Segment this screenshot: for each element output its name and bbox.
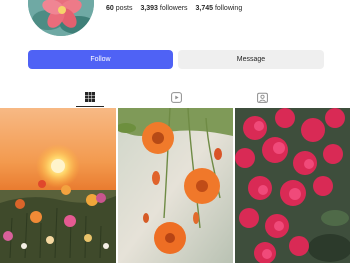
- post-thumbnail-1[interactable]: [0, 108, 116, 263]
- pink-bougainvillea-photo: [235, 108, 350, 263]
- profile-tabs: [0, 87, 350, 107]
- post-thumbnail-3[interactable]: [235, 108, 350, 263]
- grid-icon: [85, 92, 95, 102]
- following-count[interactable]: 3,745 following: [196, 5, 243, 12]
- orange-flowers-photo: [118, 108, 233, 263]
- tab-reels[interactable]: [156, 87, 196, 107]
- tab-tagged[interactable]: [242, 87, 282, 107]
- avatar[interactable]: [28, 0, 94, 36]
- posts-count[interactable]: 60 posts: [106, 5, 132, 12]
- tagged-icon: [256, 92, 268, 103]
- message-button[interactable]: Message: [178, 50, 324, 69]
- post-thumbnail-2[interactable]: [118, 108, 233, 263]
- followers-count[interactable]: 3,393 followers: [140, 5, 187, 12]
- follow-button[interactable]: Follow: [28, 50, 173, 69]
- profile-stats: 60 posts 3,393 followers 3,745 following: [106, 5, 248, 12]
- reels-icon: [170, 91, 182, 103]
- tab-posts[interactable]: [70, 87, 110, 107]
- flower-avatar-icon: [28, 0, 94, 36]
- active-tab-indicator: [76, 106, 104, 107]
- sunset-meadow-photo: [0, 108, 116, 263]
